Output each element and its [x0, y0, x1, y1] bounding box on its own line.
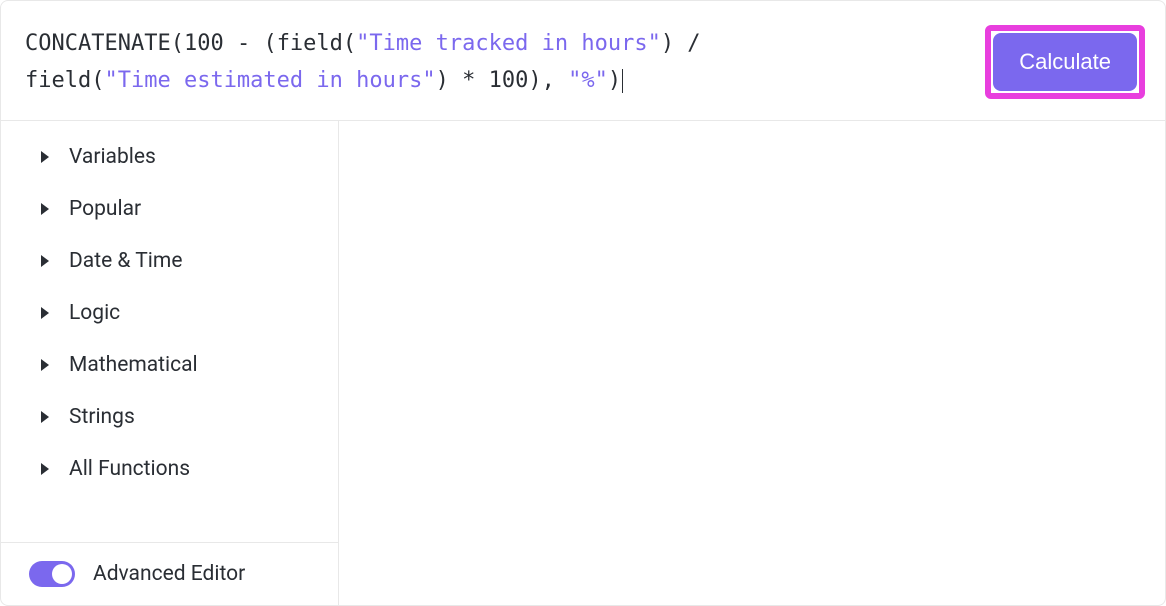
- sidebar-item-mathematical[interactable]: Mathematical: [1, 339, 338, 391]
- chevron-right-icon: [41, 255, 49, 267]
- toggle-knob: [52, 564, 72, 584]
- formula-input[interactable]: CONCATENATE(100 - (field("Time tracked i…: [25, 25, 965, 100]
- sidebar-item-date-time[interactable]: Date & Time: [1, 235, 338, 287]
- main-area: Variables Popular Date & Time Logic Math…: [1, 121, 1165, 605]
- chevron-right-icon: [41, 151, 49, 163]
- chevron-right-icon: [41, 307, 49, 319]
- sidebar-item-label: All Functions: [69, 457, 190, 481]
- advanced-editor-row: Advanced Editor: [1, 543, 338, 605]
- advanced-editor-label: Advanced Editor: [93, 562, 245, 586]
- sidebar-item-logic[interactable]: Logic: [1, 287, 338, 339]
- calculate-highlight: Calculate: [985, 25, 1145, 99]
- formula-fn: CONCATENATE: [25, 31, 171, 56]
- text-cursor: [622, 69, 623, 93]
- chevron-right-icon: [41, 463, 49, 475]
- sidebar-list: Variables Popular Date & Time Logic Math…: [1, 121, 338, 534]
- sidebar-item-label: Variables: [69, 145, 156, 169]
- chevron-right-icon: [41, 359, 49, 371]
- calculate-button[interactable]: Calculate: [993, 33, 1137, 91]
- sidebar-item-label: Mathematical: [69, 353, 198, 377]
- sidebar-item-label: Strings: [69, 405, 135, 429]
- sidebar-item-label: Date & Time: [69, 249, 182, 273]
- sidebar-item-all-functions[interactable]: All Functions: [1, 443, 338, 495]
- chevron-right-icon: [41, 203, 49, 215]
- formula-bar: CONCATENATE(100 - (field("Time tracked i…: [1, 1, 1165, 121]
- content-area: [339, 121, 1165, 605]
- sidebar-item-label: Logic: [69, 301, 120, 325]
- sidebar-item-strings[interactable]: Strings: [1, 391, 338, 443]
- advanced-editor-toggle[interactable]: [29, 561, 75, 587]
- formula-editor: CONCATENATE(100 - (field("Time tracked i…: [0, 0, 1166, 606]
- sidebar: Variables Popular Date & Time Logic Math…: [1, 121, 339, 605]
- sidebar-item-popular[interactable]: Popular: [1, 183, 338, 235]
- sidebar-item-variables[interactable]: Variables: [1, 131, 338, 183]
- sidebar-item-label: Popular: [69, 197, 141, 221]
- chevron-right-icon: [41, 411, 49, 423]
